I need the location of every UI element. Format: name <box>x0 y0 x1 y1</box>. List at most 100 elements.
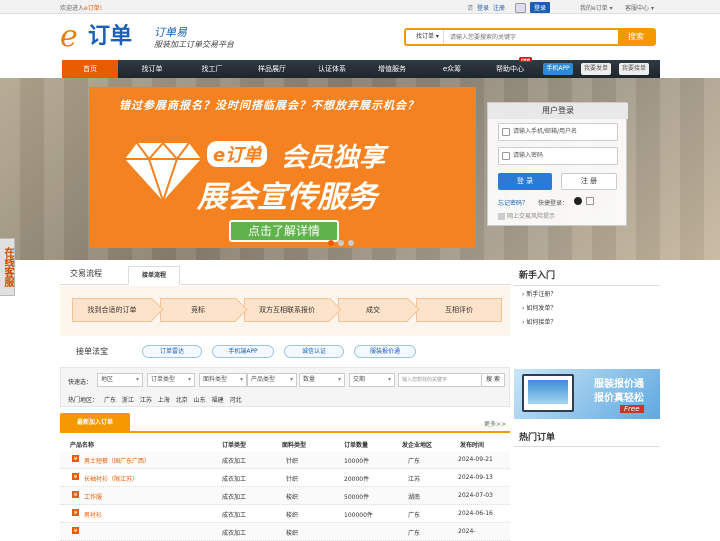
promo-banner[interactable]: 错过参展商报名？没时间搭临展会？不想放弃展示机会？ e订单 会员独享 展会宣传服… <box>89 87 476 248</box>
quote-tool-button[interactable]: 服装报价通 <box>354 345 416 358</box>
keyword-input[interactable]: 输入您想找的关键字 <box>398 373 482 387</box>
mobile-app-button[interactable]: 手机端APP <box>212 345 274 358</box>
search-input[interactable] <box>450 30 620 44</box>
login-title: 用户登录 <box>488 103 628 119</box>
flow-steps: 找到合适的订单 竞标 双方互相联系报价 成交 互相评价 <box>60 286 510 336</box>
post-order-button[interactable]: 我要发单 <box>581 63 611 75</box>
table-row[interactable]: 单工作服 成衣加工 梭织 50000件 湖南 2024-07-03 <box>60 487 510 505</box>
nav-find-factory[interactable]: 找工厂 <box>182 60 242 78</box>
username-field[interactable]: 请输入手机/邮箱/用户名 <box>498 123 618 141</box>
cell-name[interactable]: 工作服 <box>84 492 102 501</box>
cell-date: 2024- <box>458 528 476 535</box>
qq-icon[interactable] <box>574 197 582 205</box>
top-login-button[interactable]: 登录 <box>530 2 551 13</box>
quick-filter: 快速选： 地区 订单类型 面料类型 产品类型 数量 交期 输入您想找的关键字 搜… <box>60 367 510 407</box>
login-panel: 用户登录 请输入手机/邮箱/用户名 请输入密码 登 录 注 册 忘记密码？ 快捷… <box>487 102 628 226</box>
cell-date: 2024-09-21 <box>458 456 493 463</box>
nav-help[interactable]: 帮助中心 <box>482 60 538 78</box>
quick-login-label: 快捷登录： <box>538 200 569 207</box>
nav-find-orders[interactable]: 找订单 <box>122 60 182 78</box>
order-radar-button[interactable]: 订单雷达 <box>142 345 202 358</box>
cell-fabric: 梭织 <box>286 530 299 537</box>
search-button[interactable]: 搜索 <box>618 30 654 44</box>
cell-area: 广东 <box>408 530 421 537</box>
area-link[interactable]: 上海 <box>158 397 170 404</box>
area-link[interactable]: 江苏 <box>140 397 152 404</box>
cell-name[interactable]: 男士短裤（国广东广西） <box>84 456 150 465</box>
login-button[interactable]: 登 录 <box>498 173 552 190</box>
quote-tool-ad[interactable]: 服装报价通 报价真轻松 Free <box>514 369 660 419</box>
quantity-select[interactable]: 数量 <box>299 373 345 387</box>
online-service-tab[interactable]: 在线客服 <box>0 238 15 296</box>
register-link[interactable]: 注册 <box>493 3 505 12</box>
carousel-dot[interactable] <box>328 240 334 246</box>
table-row[interactable]: 单男士短裤（国广东广西） 成衣加工 针织 10000件 广东 2024-09-21 <box>60 451 510 469</box>
area-link[interactable]: 浙江 <box>122 397 134 404</box>
tab-receive-flow[interactable]: 接单流程 <box>128 266 180 285</box>
my-orders-link[interactable]: 我的e订单 ▾ <box>580 3 613 12</box>
region-select[interactable]: 地区 <box>97 373 143 387</box>
cell-name[interactable]: 长袖衬衫（限江苏） <box>84 474 138 483</box>
nav-samples[interactable]: 样品展厅 <box>242 60 302 78</box>
banner-question: 错过参展商报名？没时间搭临展会？不想放弃展示机会？ <box>119 99 419 112</box>
notice-icon <box>498 213 505 220</box>
order-type-select[interactable]: 订单类型 <box>147 373 195 387</box>
flow-step: 成交 <box>338 298 408 322</box>
fabric-type-select[interactable]: 面料类型 <box>199 373 247 387</box>
avatar[interactable] <box>515 2 527 13</box>
register-button[interactable]: 注 册 <box>561 173 617 190</box>
cell-name[interactable]: 男衬衫 <box>84 510 102 519</box>
order-icon: 单 <box>72 527 79 534</box>
cell-date: 2024-07-03 <box>458 492 493 499</box>
latest-orders-title: 最新加入订单 <box>60 413 130 433</box>
risk-notice-link[interactable]: 网上交易风险提示 <box>498 211 555 220</box>
integrity-cert-button[interactable]: 诚信认证 <box>284 345 344 358</box>
order-tools: 接单法宝 订单雷达 手机端APP 诚信认证 服装报价通 <box>60 340 510 362</box>
nav-crowdfunding[interactable]: e众筹 <box>422 60 482 78</box>
chevron-down-icon: ▾ <box>650 5 654 12</box>
newbie-link[interactable]: › 如何接单？ <box>522 317 556 326</box>
newbie-link[interactable]: › 新手注册？ <box>522 289 556 298</box>
table-row[interactable]: 单长袖衬衫（限江苏） 成衣加工 针织 20000件 江苏 2024-09-13 <box>60 469 510 487</box>
area-link[interactable]: 福建 <box>212 397 224 404</box>
process-tabs: 交易流程 接单流程 <box>60 263 510 285</box>
newbie-link[interactable]: › 如何发单？ <box>522 303 556 312</box>
cell-type: 成衣加工 <box>222 458 247 465</box>
cell-date: 2024-09-13 <box>458 474 493 481</box>
carousel-dot[interactable] <box>348 240 354 246</box>
search-category-select[interactable]: 找订单 ▾ <box>406 30 444 44</box>
area-link[interactable]: 河北 <box>230 397 242 404</box>
delivery-select[interactable]: 交期 <box>349 373 395 387</box>
banner-brand-tag: e订单 <box>207 141 268 167</box>
banner-cta-button[interactable]: 点击了解详情 <box>229 220 339 242</box>
forgot-password-link[interactable]: 忘记密码？ <box>498 198 528 207</box>
filter-search-button[interactable]: 搜 索 <box>481 373 505 387</box>
main-nav: 首页 找订单 找工厂 样品展厅 认证体系 增值服务 e众筹 new 帮助中心 手… <box>0 57 720 78</box>
app-button[interactable]: 手机APP <box>543 63 573 75</box>
product-type-select[interactable]: 产品类型 <box>247 373 297 387</box>
top-bar: 欢迎进入e订单! 请 登录 注册 登录 我的e订单 ▾ 客服中心 ▾ <box>0 0 720 14</box>
nav-home[interactable]: 首页 <box>62 60 118 78</box>
site-logo[interactable]: e 订单 订单易 服装加工订单交易平台 <box>60 22 260 54</box>
area-link[interactable]: 北京 <box>176 397 188 404</box>
flow-step: 找到合适的订单 <box>72 298 152 322</box>
cell-qty: 100000件 <box>344 512 373 519</box>
carousel-dot[interactable] <box>338 240 344 246</box>
banner-headline-2: 展会宣传服务 <box>197 180 377 215</box>
area-link[interactable]: 广东 <box>104 397 116 404</box>
area-link[interactable]: 山东 <box>194 397 206 404</box>
nav-services[interactable]: 增值服务 <box>362 60 422 78</box>
cell-qty: 50000件 <box>344 494 370 501</box>
more-link[interactable]: 更多>> <box>484 419 506 428</box>
image-icon[interactable] <box>586 197 594 205</box>
nav-certification[interactable]: 认证体系 <box>302 60 362 78</box>
login-link[interactable]: 登录 <box>477 3 489 12</box>
password-field[interactable]: 请输入密码 <box>498 147 618 165</box>
user-icon <box>502 128 510 136</box>
service-link[interactable]: 客服中心 ▾ <box>625 3 654 12</box>
brand-link[interactable]: e订单! <box>84 5 102 12</box>
table-row[interactable]: 单男衬衫 成衣加工 梭织 100000件 广东 2024-06-16 <box>60 505 510 523</box>
tab-trade-flow[interactable]: 交易流程 <box>70 268 102 279</box>
table-row[interactable]: 单 成衣加工 梭织 广东 2024- <box>60 523 510 541</box>
take-order-button[interactable]: 我要接单 <box>619 63 649 75</box>
